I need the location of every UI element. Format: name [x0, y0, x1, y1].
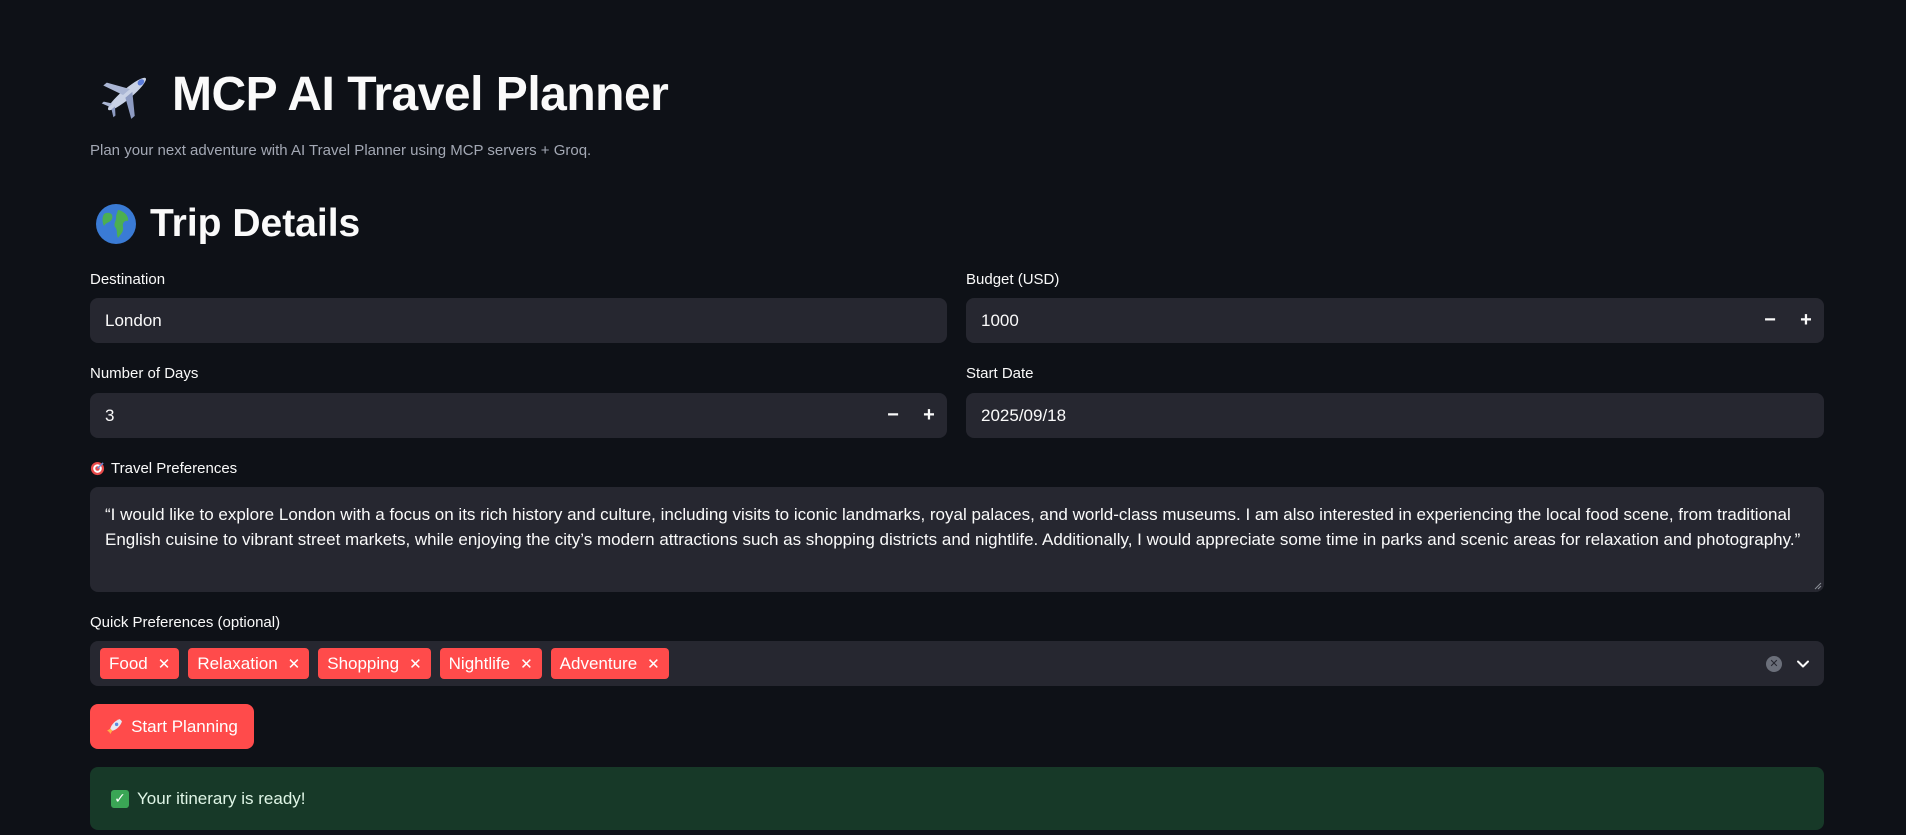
tag-label: Food	[109, 653, 148, 673]
budget-label: Budget (USD)	[966, 271, 1060, 288]
start-date-label: Start Date	[966, 365, 1034, 382]
tag-label: Shopping	[327, 653, 400, 673]
resize-grip-icon[interactable]	[1812, 580, 1822, 590]
page-subtitle: Plan your next adventure with AI Travel …	[90, 142, 592, 159]
days-input[interactable]: 3 − +	[90, 393, 947, 438]
days-label: Number of Days	[90, 365, 199, 382]
rocket-icon	[107, 719, 123, 734]
section-header: Trip Details	[94, 198, 360, 250]
section-title: Trip Details	[150, 202, 361, 245]
clear-all-icon[interactable]: ✕	[1766, 655, 1782, 672]
tag-nightlife[interactable]: Nightlife ✕	[439, 648, 542, 679]
budget-value: 1000	[981, 310, 1019, 330]
success-alert: ✓ Your itinerary is ready!	[90, 767, 1824, 830]
tag-shopping[interactable]: Shopping ✕	[318, 648, 431, 679]
quick-prefs-label: Quick Preferences (optional)	[90, 614, 281, 631]
budget-decrement-button[interactable]: −	[1752, 298, 1788, 343]
destination-value: London	[105, 310, 162, 330]
multiselect-controls: ✕	[1766, 641, 1810, 686]
tag-remove-icon[interactable]: ✕	[647, 655, 660, 673]
target-icon	[90, 461, 105, 476]
success-message: Your itinerary is ready!	[137, 788, 306, 808]
tag-food[interactable]: Food ✕	[100, 648, 180, 679]
quick-prefs-multiselect[interactable]: Food ✕ Relaxation ✕ Shopping ✕ Nightlife…	[90, 641, 1824, 686]
tag-remove-icon[interactable]: ✕	[520, 655, 533, 673]
airplane-icon	[101, 77, 147, 119]
start-planning-label: Start Planning	[131, 716, 238, 736]
start-planning-button[interactable]: Start Planning	[90, 704, 254, 749]
tag-remove-icon[interactable]: ✕	[158, 655, 171, 673]
main-container: MCP AI Travel Planner Plan your next adv…	[90, 0, 1824, 835]
days-decrement-button[interactable]: −	[875, 393, 911, 438]
tag-relaxation[interactable]: Relaxation ✕	[188, 648, 310, 679]
tag-label: Adventure	[559, 653, 638, 673]
check-icon: ✓	[111, 789, 129, 808]
preferences-label-row: Travel Preferences	[90, 460, 237, 477]
preferences-textarea[interactable]: “I would like to explore London with a f…	[90, 487, 1824, 592]
days-increment-button[interactable]: +	[911, 393, 947, 438]
tag-remove-icon[interactable]: ✕	[288, 655, 301, 673]
days-value: 3	[105, 405, 115, 425]
tag-remove-icon[interactable]: ✕	[409, 655, 422, 673]
tag-adventure[interactable]: Adventure ✕	[550, 648, 669, 679]
page-title: MCP AI Travel Planner	[172, 67, 669, 121]
budget-increment-button[interactable]: +	[1788, 298, 1824, 343]
days-stepper: − +	[875, 393, 947, 438]
tag-label: Nightlife	[448, 653, 511, 673]
tag-label: Relaxation	[197, 653, 278, 673]
destination-input[interactable]: London	[90, 298, 947, 343]
budget-stepper: − +	[1752, 298, 1824, 343]
start-date-value: 2025/09/18	[981, 405, 1067, 425]
preferences-text: “I would like to explore London with a f…	[105, 505, 1801, 549]
start-date-input[interactable]: 2025/09/18	[966, 393, 1824, 438]
destination-label: Destination	[90, 271, 166, 288]
chevron-down-icon[interactable]	[1796, 657, 1810, 671]
title-row: MCP AI Travel Planner	[98, 62, 669, 126]
globe-icon	[96, 204, 136, 244]
budget-input[interactable]: 1000 − +	[966, 298, 1824, 343]
preferences-label: Travel Preferences	[111, 460, 238, 477]
